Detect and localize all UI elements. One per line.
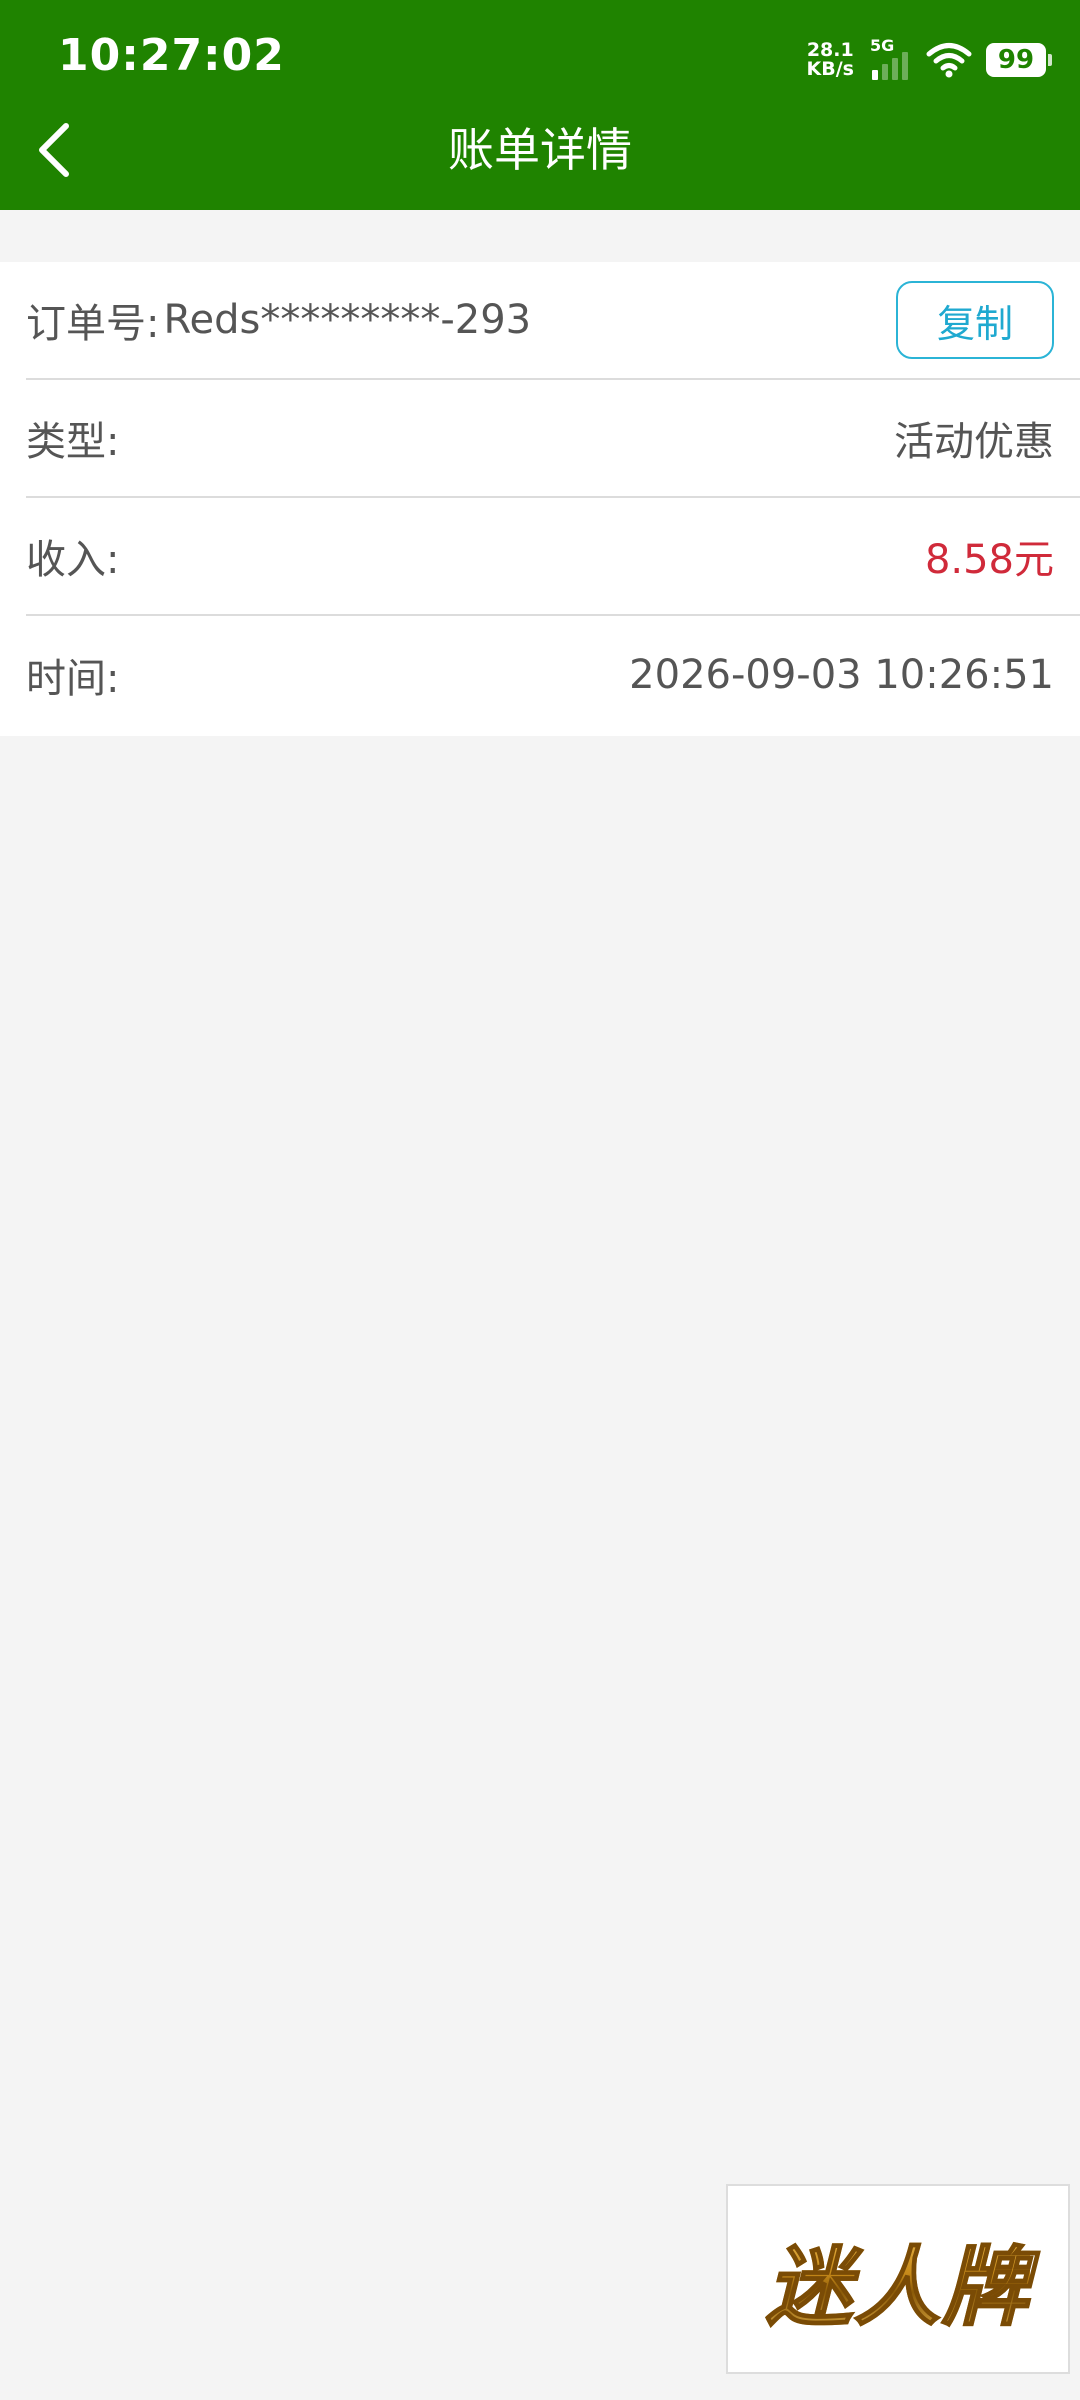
income-label: 收入: — [26, 537, 120, 583]
floating-ad-logo[interactable]: 迷人牌 — [726, 2184, 1070, 2374]
wifi-icon — [926, 41, 972, 79]
order-row: 订单号: Reds*********-293 复制 — [26, 262, 1080, 380]
copy-button[interactable]: 复制 — [896, 281, 1054, 359]
header-bar: 10:27:02 28.1 KB/s 5G 99 账单详情 — [0, 0, 1080, 210]
income-value: 8.58元 — [924, 537, 1054, 583]
time-label: 时间: — [26, 656, 120, 702]
type-row: 类型: 活动优惠 — [26, 380, 1080, 498]
signal-bars-icon: 5G — [868, 38, 912, 82]
time-value: 2026-09-03 10:26:51 — [629, 652, 1054, 698]
type-label: 类型: — [26, 419, 120, 465]
order-info: 订单号: Reds*********-293 — [26, 291, 531, 349]
battery-icon: 99 — [986, 43, 1052, 77]
type-value: 活动优惠 — [894, 419, 1054, 465]
screen: 10:27:02 28.1 KB/s 5G 99 账单详情 订单号: Reds*… — [0, 0, 1080, 2400]
status-icons: 28.1 KB/s 5G 99 — [807, 36, 1052, 84]
income-row: 收入: 8.58元 — [26, 498, 1080, 616]
ad-logo-text: 迷人牌 — [765, 2217, 1030, 2342]
order-label: 订单号: — [26, 301, 160, 347]
order-number: Reds*********-293 — [163, 297, 532, 343]
page-title: 账单详情 — [448, 123, 632, 177]
network-speed: 28.1 KB/s — [807, 41, 854, 79]
network-speed-unit: KB/s — [806, 58, 854, 80]
status-time: 10:27:02 — [58, 30, 285, 81]
bill-detail-card: 订单号: Reds*********-293 复制 类型: 活动优惠 收入: 8… — [0, 262, 1080, 736]
time-row: 时间: 2026-09-03 10:26:51 — [26, 616, 1080, 734]
